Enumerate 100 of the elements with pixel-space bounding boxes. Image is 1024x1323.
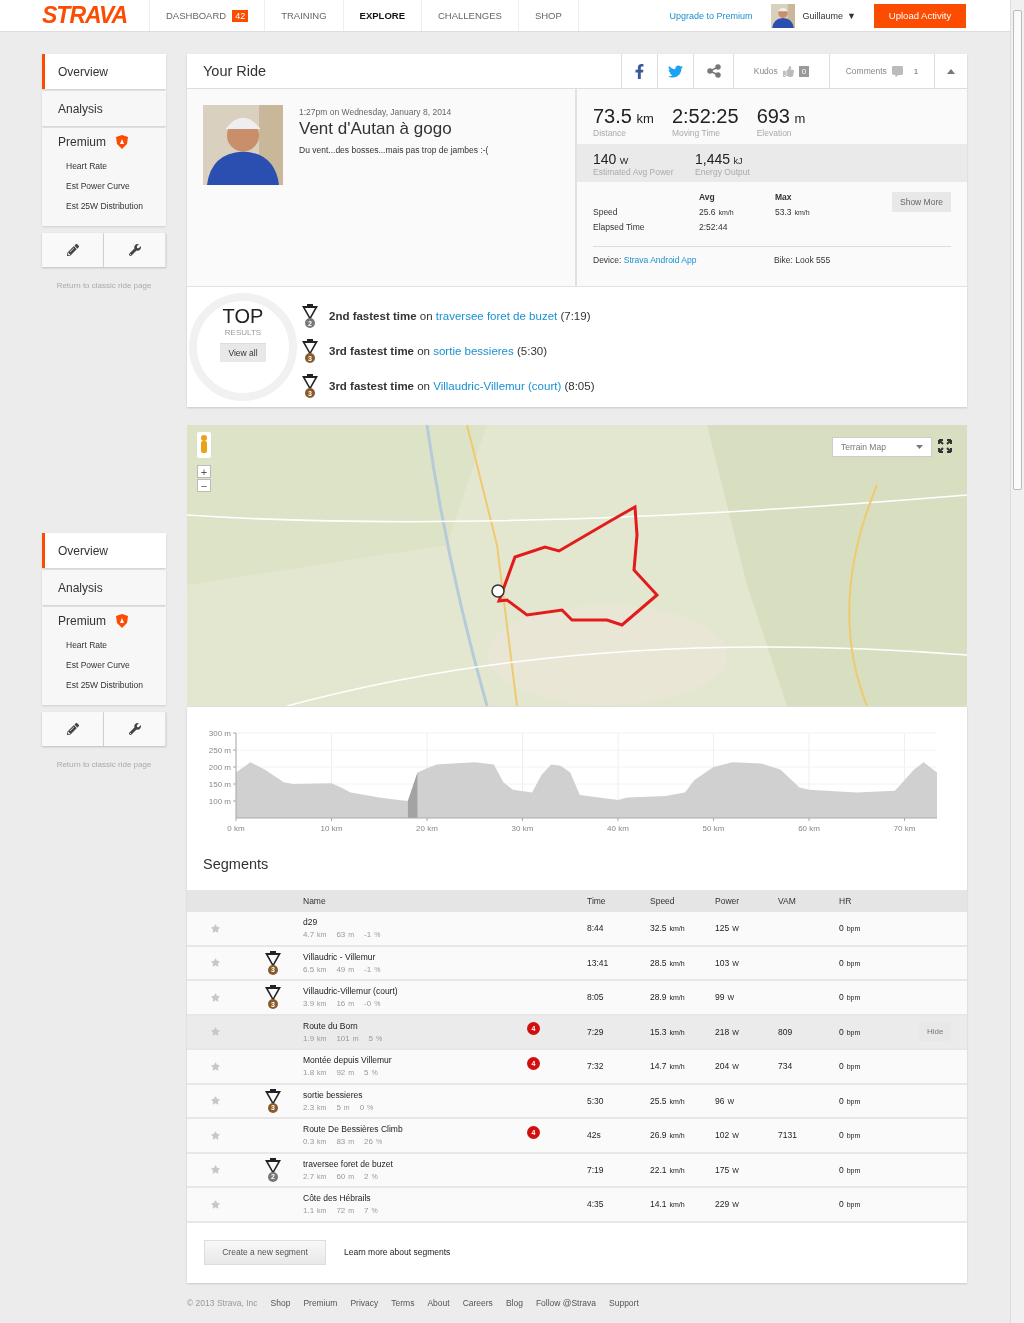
fullscreen-icon[interactable] [938, 439, 952, 453]
kudos-button[interactable]: Kudos 0 [733, 54, 829, 88]
segment-name[interactable]: traversee foret de buzet [303, 1158, 527, 1169]
segment-name[interactable]: Villaudric - Villemur [303, 951, 527, 962]
star-icon[interactable] [210, 992, 220, 1002]
nav-tab[interactable]: CHALLENGES [422, 0, 519, 31]
sidebar-item[interactable]: Analysis [42, 570, 166, 605]
segment-link[interactable]: traversee foret de buzet [435, 310, 558, 322]
create-segment-button[interactable]: Create a new segment [204, 1239, 326, 1265]
copyright-text: © 2013 Strava, Inc [187, 1297, 258, 1308]
caret-up-icon [947, 68, 955, 74]
stat-label: Energy Output [695, 167, 751, 177]
stat-value: 693 m [756, 105, 807, 128]
sidebar-subitem[interactable]: Heart Rate [58, 635, 153, 655]
nav-tab[interactable]: DASHBOARD 42 [150, 0, 266, 31]
column-header: HR [839, 896, 853, 906]
table-cell-text: 5:30 [587, 1095, 605, 1106]
segment-name[interactable]: Route De Bessières Climb [303, 1124, 527, 1135]
segment-name[interactable]: Montée depuis Villemur [303, 1055, 527, 1066]
segment-name[interactable]: Route du Born [303, 1020, 527, 1031]
segment-name[interactable]: d29 [303, 917, 527, 928]
sidebar-subitem[interactable]: Est Power Curve [58, 176, 153, 196]
sidebar-item[interactable]: Analysis [42, 91, 166, 126]
wrench-icon [128, 244, 141, 256]
segment-name[interactable]: Côte des Hébrails [303, 1193, 527, 1204]
footer-link[interactable]: Blog [505, 1297, 523, 1308]
star-icon[interactable] [210, 1027, 220, 1037]
zoom-out-button[interactable]: − [197, 479, 211, 492]
edit-button[interactable] [42, 233, 104, 267]
table-cell-text: 809 [778, 1026, 794, 1037]
show-more-button[interactable]: Show More [892, 192, 951, 212]
x-tick-label: 50 km [702, 824, 725, 833]
segment-name[interactable]: Villaudric-Villemur (court) [303, 986, 527, 997]
star-icon[interactable] [210, 923, 220, 933]
star-icon[interactable] [210, 1130, 220, 1140]
table-cell-text: 8:44 [587, 923, 605, 934]
star-icon[interactable] [210, 1165, 220, 1175]
pegman-icon[interactable] [197, 432, 211, 458]
segment-link[interactable]: Villaudric-Villemur (court) [433, 380, 562, 392]
y-tick-label: 300 m [208, 729, 231, 738]
footer-link[interactable]: Privacy [350, 1297, 379, 1308]
stat-label: Elevation [756, 128, 793, 138]
sidebar-subitem[interactable]: Est 25W Distribution [58, 675, 153, 695]
upgrade-link[interactable]: Upgrade to Premium [669, 0, 753, 31]
tools-button[interactable] [104, 712, 166, 746]
sidebar-subitem[interactable]: Est 25W Distribution [58, 196, 153, 216]
result-text: 2nd fastest time on traversee foret de buzet (7:19) [329, 310, 591, 322]
footer-link[interactable]: Careers [462, 1297, 493, 1308]
footer-link[interactable]: Terms [391, 1297, 415, 1308]
user-menu[interactable]: Guillaume ▼ [802, 0, 856, 31]
sidebar-item[interactable]: Overview [42, 54, 166, 89]
nav-tab[interactable]: TRAINING [265, 0, 344, 31]
x-tick-label: 0 km [227, 824, 245, 833]
view-all-button[interactable]: View all [220, 343, 266, 362]
top-title: TOP [222, 305, 264, 328]
x-tick-label: 40 km [607, 824, 629, 833]
stat-name: Elapsed Time [593, 222, 646, 232]
column-header: Power [715, 896, 741, 906]
nav-tab[interactable]: EXPLORE [343, 0, 422, 31]
table-cell-text: 7:19 [587, 1164, 605, 1175]
table-cell-text: 42s [587, 1130, 602, 1141]
stat-label: Moving Time [671, 128, 722, 138]
footer-link[interactable]: About [427, 1297, 450, 1308]
star-icon[interactable] [210, 1199, 220, 1209]
footer-link[interactable]: Follow @Strava [535, 1297, 596, 1308]
column-header: VAM [778, 896, 797, 906]
sidebar-subitem[interactable]: Est Power Curve [58, 655, 153, 675]
table-cell-text: 7:29 [587, 1026, 605, 1037]
tools-button[interactable] [104, 233, 166, 267]
star-icon[interactable] [210, 958, 220, 968]
y-tick-label: 250 m [208, 746, 231, 755]
selection-area [407, 772, 418, 818]
comments-button[interactable]: Comments 1 [829, 54, 934, 88]
scrollbar[interactable] [1010, 0, 1024, 1323]
y-tick-label: 200 m [208, 763, 231, 772]
x-tick-label: 60 km [798, 824, 820, 833]
zoom-in-button[interactable]: + [197, 465, 211, 478]
learn-more-link[interactable]: Learn more about segments [344, 1247, 451, 1257]
star-icon[interactable] [210, 1061, 220, 1071]
sidebar-item[interactable]: Premium [58, 134, 153, 150]
share-icon [706, 64, 721, 78]
column-header: Name [303, 896, 327, 906]
segment-link[interactable]: sortie bessieres [433, 345, 514, 357]
nav-tab[interactable]: SHOP [518, 0, 579, 31]
comment-icon [891, 65, 903, 77]
bike-text: Bike: Look 555 [774, 255, 831, 265]
footer-link[interactable]: Premium [303, 1297, 338, 1308]
sidebar-subitem[interactable]: Heart Rate [58, 156, 153, 176]
sidebar-item[interactable]: Premium [58, 613, 153, 629]
footer-link[interactable]: Support [609, 1297, 639, 1308]
y-tick-label: 150 m [208, 780, 231, 789]
facebook-icon [632, 63, 647, 79]
sidebar-item[interactable]: Overview [42, 533, 166, 568]
footer-link[interactable]: Shop [270, 1297, 291, 1308]
device-link[interactable]: Strava Android App [623, 255, 697, 265]
edit-button[interactable] [42, 712, 104, 746]
map-type-select[interactable]: Terrain Map [832, 437, 932, 457]
ride-name: Vent d'Autan à gogo [299, 119, 453, 139]
star-icon[interactable] [210, 1096, 220, 1106]
segment-name[interactable]: sortie bessieres [303, 1089, 527, 1100]
